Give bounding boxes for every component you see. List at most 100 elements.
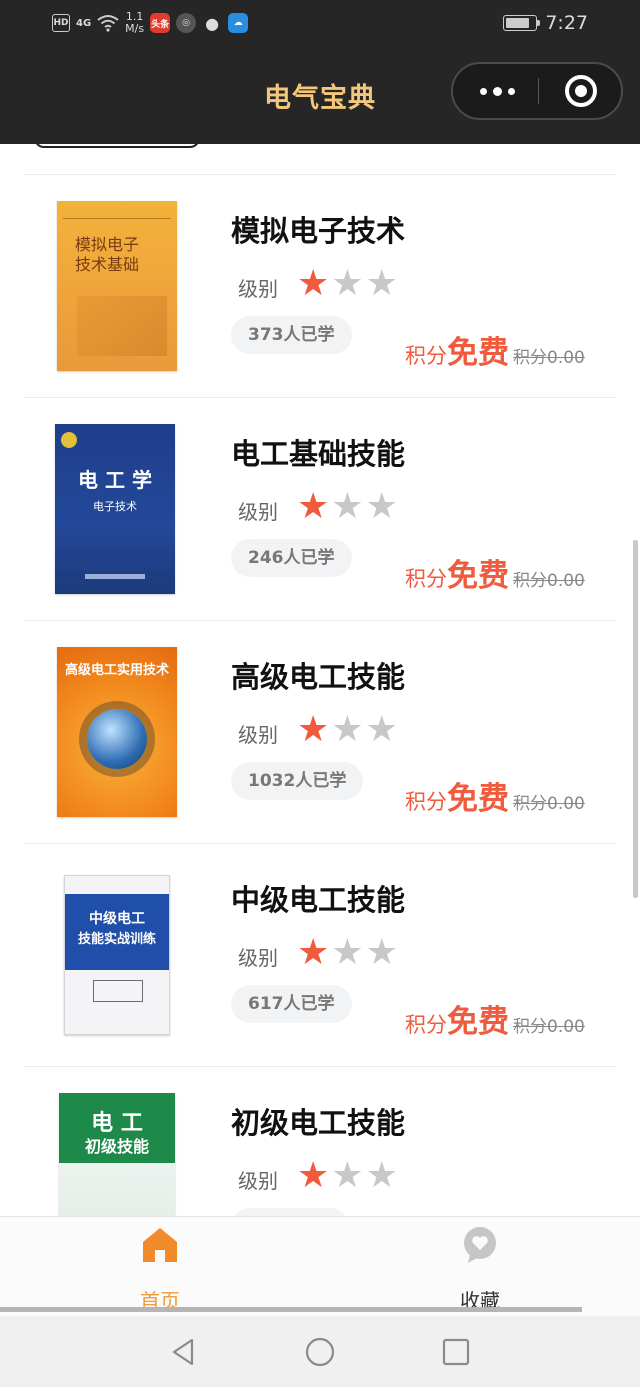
original-price: 积分0.00: [513, 794, 585, 814]
learner-count-badge: 373人已学: [231, 316, 352, 354]
learner-count-badge: 1032人已学: [231, 762, 364, 800]
course-title: 高级电工技能: [231, 660, 406, 694]
horizontal-scrollbar[interactable]: [0, 1307, 582, 1312]
star-empty-icon: ★: [331, 932, 364, 973]
star-empty-icon: ★: [331, 263, 364, 304]
book-cover: 高级电工实用技术: [57, 647, 177, 817]
course-item[interactable]: 电 工 初级技能 初级电工技能 级别 ★ ★ ★: [0, 1066, 640, 1216]
price-label: 积分: [405, 567, 447, 591]
rating-stars: ★ ★ ★: [297, 1158, 398, 1194]
signal-icon: 4G: [76, 17, 92, 29]
app-header: 电气宝典: [0, 48, 640, 144]
chat-bubble-icon: ●: [205, 13, 220, 33]
price-label: 积分: [405, 790, 447, 814]
price-value: 免费: [447, 335, 509, 371]
course-title: 初级电工技能: [231, 1106, 406, 1140]
cover-title-line: 电子技术: [93, 500, 137, 513]
book-cover: 模拟电子 技术基础: [57, 201, 177, 371]
star-empty-icon: ★: [331, 486, 364, 527]
course-title: 模拟电子技术: [231, 214, 406, 248]
toutiao-app-icon: 头条: [150, 13, 171, 33]
recents-square-icon[interactable]: [440, 1336, 472, 1368]
target-close-icon[interactable]: [565, 75, 597, 107]
original-price: 积分0.00: [513, 1017, 585, 1037]
star-filled-icon: ★: [297, 932, 330, 973]
app-icon-b: ◎: [176, 13, 197, 33]
back-triangle-icon[interactable]: [168, 1336, 200, 1368]
price-label: 积分: [405, 344, 447, 368]
price: 积分 免费 积分0.00: [405, 996, 585, 1040]
battery-icon: [503, 15, 541, 31]
price: 积分 免费 积分0.00: [405, 550, 585, 594]
learner-count-badge: 617人已学: [231, 985, 352, 1023]
cover-emblem: [61, 432, 77, 448]
course-list[interactable]: 模拟电子 技术基础 模拟电子技术 级别 ★ ★ ★ 373人已学 积分 免费 积分0…: [0, 144, 640, 1216]
home-icon: [143, 1228, 177, 1262]
cover-title-line: 初级技能: [84, 1137, 149, 1156]
course-item[interactable]: 电 工 学 电子技术 电工基础技能 级别 ★ ★ ★ 246人已学 积分 免费 积分…: [0, 397, 640, 620]
price-label: 积分: [405, 1013, 447, 1037]
price-value: 免费: [447, 558, 509, 594]
status-bar: HD 4G 1.1 M/s 头条 ◎ ● ☁ 7:27: [0, 0, 640, 48]
course-item[interactable]: 中级电工 技能实战训练 中级电工技能 级别 ★ ★ ★ 617人已学 积分 免费 积…: [0, 843, 640, 1066]
level-label: 级别: [238, 277, 278, 301]
original-price: 积分0.00: [513, 348, 585, 368]
learner-count-badge: 246人已学: [231, 539, 352, 577]
capsule-divider: [538, 78, 539, 104]
cover-title-line: 高级电工实用技术: [64, 663, 169, 678]
course-item[interactable]: 模拟电子 技术基础 模拟电子技术 级别 ★ ★ ★ 373人已学 积分 免费 积分0…: [0, 174, 640, 397]
home-circle-icon[interactable]: [304, 1336, 336, 1368]
cover-title-line: 技能实战训练: [77, 932, 156, 947]
star-empty-icon: ★: [365, 486, 398, 527]
system-nav-bar: [0, 1316, 640, 1387]
star-empty-icon: ★: [331, 709, 364, 750]
bottom-tab-bar: 首页 收藏: [0, 1216, 640, 1316]
clock: 7:27: [545, 12, 588, 34]
miniapp-capsule: [451, 62, 623, 120]
price: 积分 免费 积分0.00: [405, 773, 585, 817]
level-label: 级别: [238, 723, 278, 747]
level-label: 级别: [238, 946, 278, 970]
network-speed: 1.1 M/s: [125, 11, 144, 35]
rating-stars: ★ ★ ★: [297, 266, 398, 302]
cover-title-line: 技术基础: [75, 255, 140, 274]
status-right: 7:27: [503, 12, 588, 34]
star-filled-icon: ★: [297, 709, 330, 750]
status-left: HD 4G 1.1 M/s 头条 ◎ ● ☁: [52, 11, 249, 35]
price-value: 免费: [447, 1004, 509, 1040]
star-filled-icon: ★: [297, 263, 330, 304]
tab-home[interactable]: 首页: [100, 1225, 220, 1313]
level-label: 级别: [238, 1169, 278, 1193]
book-cover: 电 工 初级技能: [59, 1093, 175, 1216]
cover-title-line: 中级电工: [89, 911, 145, 927]
price: 积分 免费 积分0.00: [405, 327, 585, 371]
rating-stars: ★ ★ ★: [297, 935, 398, 971]
globe-graphic: [87, 709, 147, 769]
cover-header-lines: [63, 207, 171, 219]
more-dots-icon[interactable]: [475, 64, 519, 118]
star-empty-icon: ★: [365, 1155, 398, 1196]
cover-diagram: [93, 980, 143, 1002]
chat-heart-icon: [464, 1227, 496, 1263]
price-value: 免费: [447, 781, 509, 817]
star-empty-icon: ★: [365, 709, 398, 750]
star-filled-icon: ★: [297, 486, 330, 527]
rating-stars: ★ ★ ★: [297, 489, 398, 525]
book-cover: 电 工 学 电子技术: [55, 424, 175, 594]
star-empty-icon: ★: [365, 932, 398, 973]
star-empty-icon: ★: [365, 263, 398, 304]
tab-favorites[interactable]: 收藏: [420, 1225, 540, 1313]
star-empty-icon: ★: [331, 1155, 364, 1196]
star-filled-icon: ★: [297, 1155, 330, 1196]
previous-item-edge: [34, 144, 200, 148]
cover-title-line: 电 工 学: [78, 468, 152, 492]
book-cover: 中级电工 技能实战训练: [64, 875, 170, 1035]
battery-fill: [506, 18, 529, 28]
cover-publisher-bar: [85, 574, 145, 579]
wifi-icon: [97, 15, 119, 32]
course-item[interactable]: 高级电工实用技术 高级电工技能 级别 ★ ★ ★ 1032人已学 积分 免费 积分0…: [0, 620, 640, 843]
learner-count-badge: [231, 1208, 349, 1216]
level-label: 级别: [238, 500, 278, 524]
speed-unit: M/s: [125, 22, 145, 35]
vertical-scrollbar[interactable]: [633, 540, 638, 898]
